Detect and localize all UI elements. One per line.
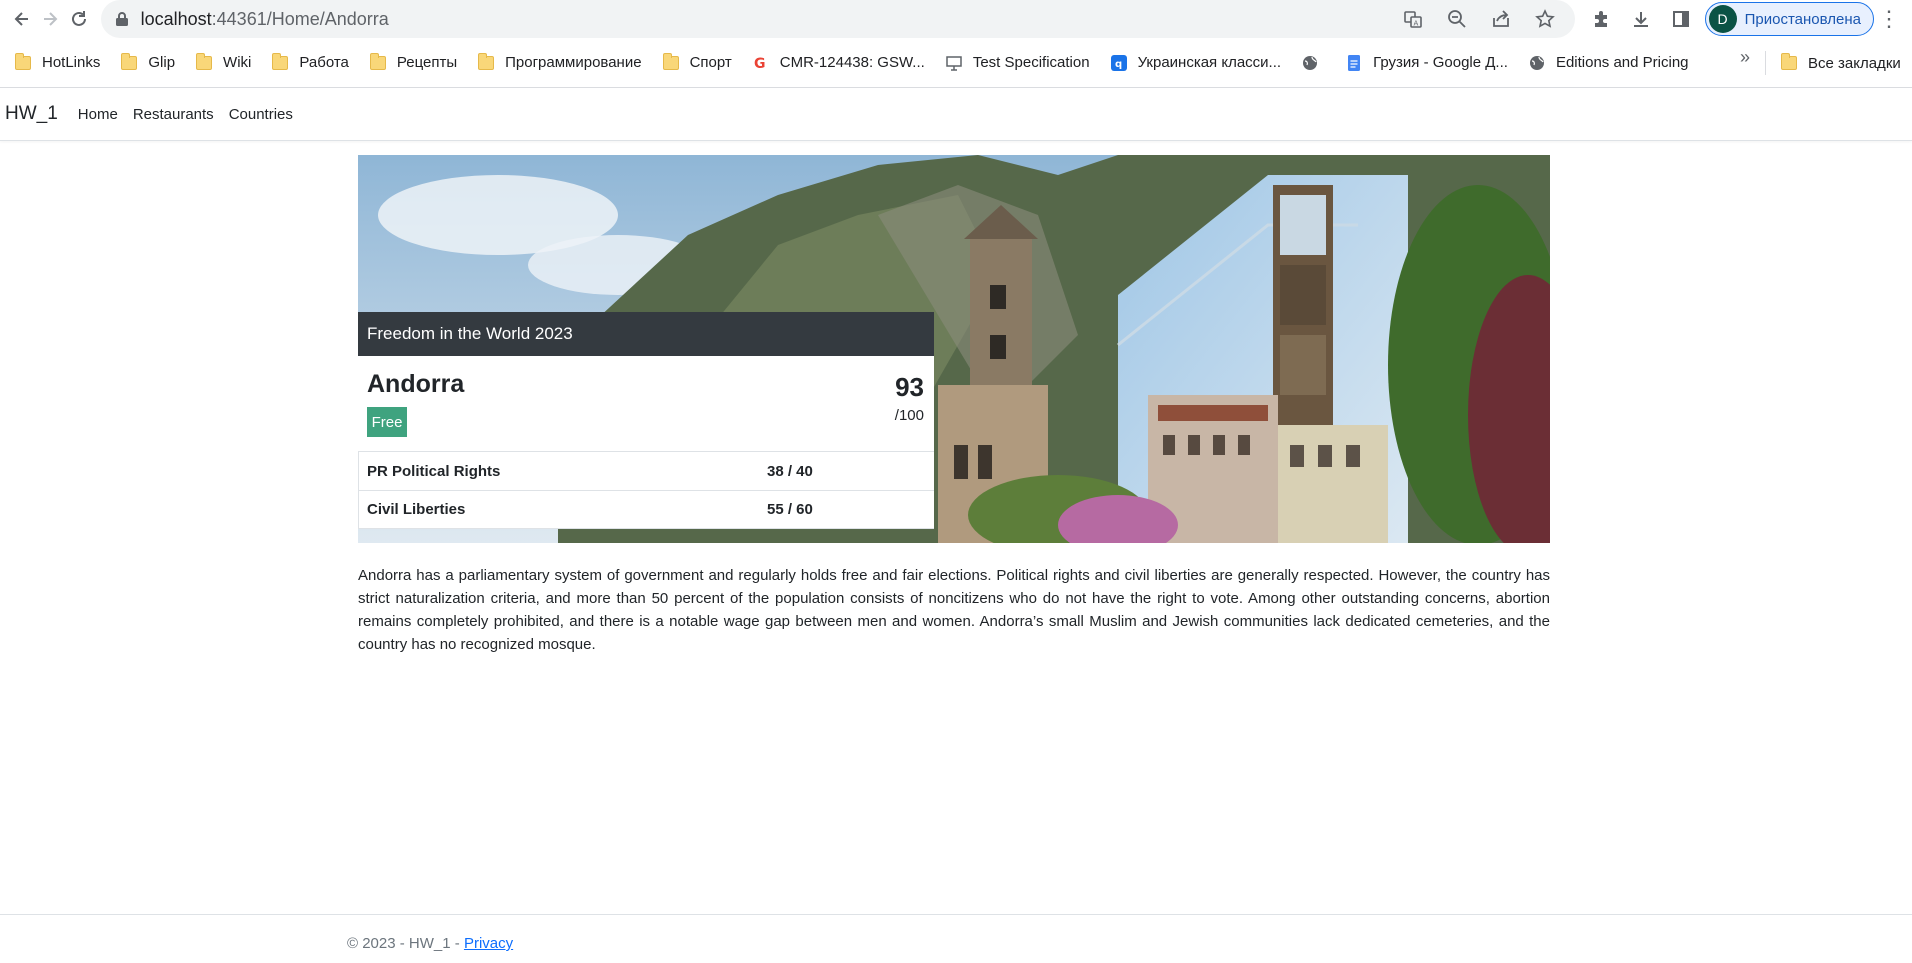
nav-restaurants[interactable]: Restaurants — [133, 106, 214, 123]
card-body: Andorra Free 93 /100 — [358, 356, 934, 451]
bookmark-item[interactable]: Glip — [112, 47, 183, 79]
folder-icon — [195, 52, 213, 72]
page-footer: © 2023 - HW_1 - Privacy — [0, 914, 1912, 963]
svg-text:G: G — [754, 56, 766, 71]
bookmark-label: Грузия - Google Д... — [1373, 54, 1508, 71]
nav-home[interactable]: Home — [78, 106, 118, 123]
folder-icon — [662, 52, 680, 72]
bookmark-label: Test Specification — [972, 54, 1090, 71]
folder-icon — [14, 52, 32, 72]
svg-text:q: q — [1115, 59, 1122, 70]
bookmark-item[interactable]: Спорт — [654, 47, 740, 79]
share-icon[interactable] — [1481, 2, 1521, 36]
bookmark-item[interactable]: Test Specification — [937, 47, 1098, 79]
bookmark-label: Wiki — [223, 54, 252, 71]
q-icon: q — [1110, 54, 1128, 72]
zoom-icon[interactable] — [1437, 2, 1477, 36]
profile-status-label: Приостановлена — [1744, 10, 1861, 28]
download-icon[interactable] — [1621, 0, 1661, 38]
bookmark-label: CMR-124438: GSW... — [779, 54, 925, 71]
globe-icon — [1301, 54, 1319, 72]
bookmark-all-bookmarks[interactable]: Все закладки — [1772, 47, 1909, 79]
row-value: 55 / 60 — [767, 501, 813, 518]
address-bar[interactable]: localhost:44361/Home/Andorra A — [100, 0, 1575, 38]
bookmark-label: Украинская класси... — [1137, 54, 1282, 71]
bookmark-label: Editions and Pricing — [1555, 54, 1689, 71]
bookmark-item[interactable]: Работа — [263, 47, 357, 79]
url-path: :44361/Home/Andorra — [211, 8, 389, 29]
bookmarks-overflow-button[interactable]: » — [1740, 47, 1750, 68]
google-icon: G — [752, 54, 770, 72]
bookmark-label: Спорт — [689, 54, 732, 71]
back-icon[interactable] — [8, 0, 36, 38]
total-score: 93 — [895, 372, 924, 402]
bookmark-label: Рецепты — [396, 54, 458, 71]
bookmark-item[interactable]: HotLinks — [6, 47, 108, 79]
folder-icon — [1780, 53, 1798, 72]
status-badge: Free — [367, 407, 407, 437]
folder-icon — [271, 52, 289, 72]
browser-toolbar: localhost:44361/Home/Andorra A D Приоста… — [0, 0, 1912, 38]
bookmark-item[interactable]: Рецепты — [361, 47, 465, 79]
brand-link[interactable]: HW_1 — [5, 103, 58, 125]
bookmark-item[interactable]: Editions and Pricing — [1520, 47, 1697, 79]
side-panel-icon[interactable] — [1661, 0, 1701, 38]
avatar: D — [1708, 5, 1737, 33]
row-label: Civil Liberties — [367, 501, 466, 518]
folder-icon — [369, 52, 387, 72]
docs-icon — [1345, 54, 1363, 72]
bookmark-item[interactable] — [1293, 47, 1333, 79]
extensions-icon[interactable] — [1581, 0, 1621, 38]
score-max: /100 — [894, 407, 924, 424]
bookmark-item[interactable]: Грузия - Google Д... — [1337, 47, 1516, 79]
bookmark-item[interactable]: Программирование — [469, 47, 649, 79]
bookmarks-bar: HotLinks Glip Wiki Работа Рецепты Программиро… — [0, 38, 1912, 88]
globe-icon — [1528, 54, 1546, 72]
score-table: PR Political Rights 38 / 40 Civil Libert… — [358, 451, 934, 529]
bookmark-label: Все закладки — [1808, 54, 1901, 72]
url-text[interactable]: localhost:44361/Home/Andorra — [141, 9, 389, 30]
bookmark-label: Glip — [148, 54, 176, 71]
folder-icon — [477, 52, 495, 72]
menu-kebab-icon[interactable]: ⋮ — [1874, 0, 1904, 38]
translate-icon[interactable]: A — [1393, 2, 1433, 36]
card-header: Freedom in the World 2023 — [358, 312, 934, 356]
bookmark-label: HotLinks — [42, 54, 101, 71]
bookmark-star-icon[interactable] — [1525, 2, 1565, 36]
table-row: Civil Liberties 55 / 60 — [359, 490, 934, 528]
country-description: Andorra has a parliamentary system of go… — [358, 567, 1550, 653]
bookmark-item[interactable]: Wiki — [187, 47, 259, 79]
folder-icon — [120, 52, 138, 72]
row-value: 38 / 40 — [767, 462, 813, 480]
url-host: localhost — [140, 8, 212, 29]
freedom-score-card: Freedom in the World 2023 Andorra Free 9… — [358, 312, 934, 529]
svg-text:A: A — [1413, 20, 1418, 28]
privacy-link[interactable]: Privacy — [464, 935, 513, 952]
footer-text: © 2023 - HW_1 - Privacy — [347, 935, 513, 952]
bookmark-item[interactable]: q Украинская класси... — [1102, 47, 1290, 79]
lock-icon[interactable] — [115, 11, 129, 27]
row-label: PR Political Rights — [367, 462, 501, 480]
bookmark-item[interactable]: G CMR-124438: GSW... — [744, 47, 933, 79]
copyright-text: © 2023 - HW_1 - — [347, 935, 464, 952]
profile-button[interactable]: D Приостановлена — [1704, 2, 1874, 36]
reload-icon[interactable] — [64, 0, 92, 38]
nav-countries[interactable]: Countries — [229, 106, 293, 123]
bookmark-label: Программирование — [505, 54, 642, 71]
app-navbar: HW_1 Home Restaurants Countries — [0, 88, 1912, 141]
bookmark-label: Работа — [299, 54, 349, 71]
table-row: PR Political Rights 38 / 40 — [359, 452, 934, 490]
forward-icon[interactable] — [36, 0, 64, 38]
bookmarks-separator — [1765, 51, 1766, 75]
country-name: Andorra — [367, 370, 465, 398]
presentation-icon — [945, 54, 963, 72]
